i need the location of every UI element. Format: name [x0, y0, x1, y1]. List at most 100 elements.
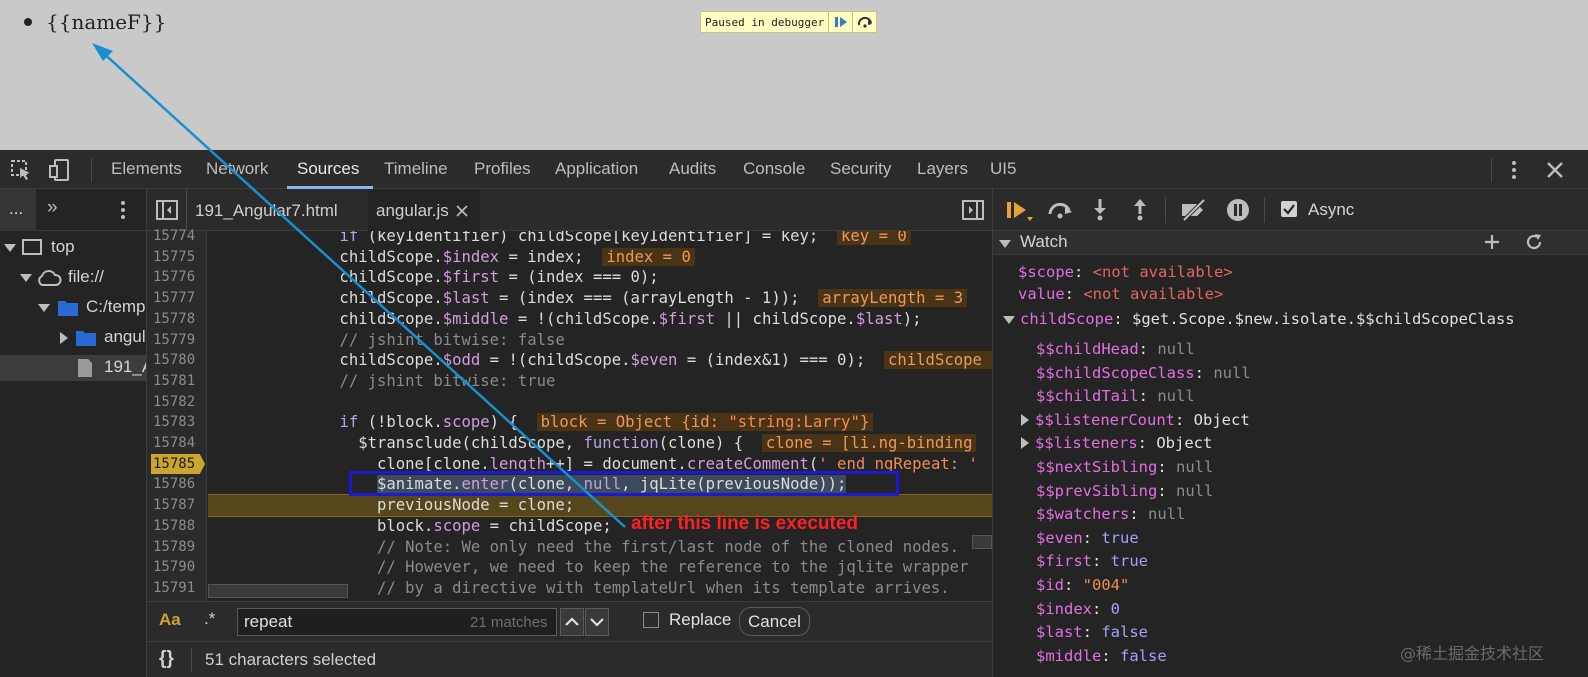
- tree-item-top[interactable]: top: [0, 235, 146, 261]
- source-editor: 191_Angular7.html angular.js 15774 15775…: [147, 189, 992, 677]
- tab-network[interactable]: Network: [206, 159, 268, 179]
- match-case-button[interactable]: Aa: [159, 610, 181, 630]
- tree-item-file[interactable]: file://: [0, 265, 146, 291]
- tab-security[interactable]: Security: [830, 159, 891, 179]
- file-navigator: ... » top file:// C:/temp angul 191_: [0, 189, 147, 677]
- inspect-element-icon[interactable]: [10, 159, 32, 181]
- refresh-watch-icon[interactable]: [1525, 233, 1543, 256]
- scope-property[interactable]: $first: true: [1036, 550, 1148, 572]
- resume-icon[interactable]: [1005, 199, 1035, 228]
- line-number[interactable]: 15778: [153, 309, 203, 330]
- line-number[interactable]: 15777: [153, 288, 203, 309]
- navigator-options-icon[interactable]: [114, 199, 132, 226]
- scope-property[interactable]: $even: true: [1036, 527, 1139, 549]
- add-watch-icon[interactable]: [1483, 233, 1501, 256]
- scope-property[interactable]: $$listeners: Object: [1021, 432, 1212, 454]
- tab-elements[interactable]: Elements: [111, 159, 182, 179]
- pretty-print-button[interactable]: {}: [159, 648, 174, 670]
- file-tab-angular[interactable]: angular.js: [376, 201, 449, 221]
- tab-layers[interactable]: Layers: [917, 159, 968, 179]
- close-tab-icon[interactable]: [456, 204, 468, 222]
- scope-property[interactable]: $$childScopeClass: null: [1036, 362, 1251, 384]
- property-name: $index: [1036, 599, 1092, 618]
- expand-arrow-icon: [38, 304, 50, 312]
- tab-application[interactable]: Application: [555, 159, 638, 179]
- scope-property[interactable]: $$listenerCount: Object: [1021, 409, 1250, 431]
- line-number[interactable]: 15786: [153, 474, 203, 495]
- line-number[interactable]: 15791: [153, 578, 203, 599]
- vertical-scrollbar[interactable]: [972, 535, 992, 549]
- watch-item[interactable]: value: <not available>: [1018, 283, 1223, 305]
- line-number[interactable]: 15784: [153, 433, 203, 454]
- watch-section-header[interactable]: Watch: [993, 231, 1588, 255]
- line-number[interactable]: 15788: [153, 516, 203, 537]
- scope-property[interactable]: $last: false: [1036, 621, 1148, 643]
- pause-on-exceptions-icon[interactable]: [1226, 198, 1250, 227]
- code-line: childScope.$first = (index === 0);: [208, 268, 659, 287]
- step-over-icon[interactable]: [852, 12, 876, 32]
- scope-property[interactable]: $index: 0: [1036, 598, 1120, 620]
- toggle-debugger-icon[interactable]: [962, 200, 984, 225]
- close-devtools-icon[interactable]: [1544, 159, 1566, 181]
- debugger-toolbar: Async: [993, 189, 1588, 231]
- toggle-navigator-icon[interactable]: [156, 200, 178, 225]
- device-toolbar-icon[interactable]: [48, 159, 70, 181]
- navigator-more-button[interactable]: »: [47, 197, 58, 219]
- scope-property[interactable]: $$prevSibling: null: [1036, 480, 1213, 502]
- tree-item-folder-temp[interactable]: C:/temp: [0, 295, 146, 321]
- navigator-menu-button[interactable]: ...: [9, 199, 23, 219]
- tab-timeline[interactable]: Timeline: [384, 159, 448, 179]
- line-number[interactable]: 15787: [153, 495, 203, 516]
- active-file-tab[interactable]: angular.js: [368, 189, 480, 231]
- more-options-icon[interactable]: [1503, 159, 1525, 181]
- line-number[interactable]: 15774: [153, 226, 203, 247]
- line-number[interactable]: 15780: [153, 350, 203, 371]
- step-over-icon[interactable]: [1046, 199, 1074, 226]
- line-number[interactable]: 15775: [153, 247, 203, 268]
- tab-console[interactable]: Console: [743, 159, 805, 179]
- scope-property[interactable]: $$nextSibling: null: [1036, 456, 1213, 478]
- tree-item-html-file[interactable]: 191_A: [0, 355, 146, 381]
- step-into-icon[interactable]: [1091, 197, 1109, 226]
- line-number[interactable]: 15779: [153, 330, 203, 351]
- async-checkbox[interactable]: [1281, 201, 1297, 217]
- resume-icon[interactable]: [828, 12, 852, 32]
- scope-property[interactable]: $middle: false: [1036, 645, 1167, 667]
- line-number[interactable]: 15790: [153, 557, 203, 578]
- line-number[interactable]: 15782: [153, 392, 203, 413]
- next-match-icon[interactable]: [585, 608, 609, 636]
- code-area[interactable]: if (keyIdentifier) childScope[keyIdentif…: [208, 231, 992, 601]
- watch-item-childscope[interactable]: childScope: $get.Scope.$new.isolate.$$ch…: [1003, 308, 1515, 330]
- property-value: Object: [1193, 410, 1250, 429]
- tab-profiles[interactable]: Profiles: [474, 159, 531, 179]
- property-value: null: [1157, 387, 1195, 406]
- previous-match-icon[interactable]: [560, 608, 584, 636]
- breakpoint-marker[interactable]: 15785: [151, 453, 205, 475]
- tab-sources[interactable]: Sources: [297, 159, 359, 179]
- scope-property[interactable]: $$childTail: null: [1036, 385, 1195, 407]
- code-line: block.scope = childScope;: [208, 516, 612, 535]
- annotation-text: after this line is executed: [631, 513, 859, 534]
- line-number[interactable]: 15783: [153, 412, 203, 433]
- file-tab-html[interactable]: 191_Angular7.html: [195, 201, 338, 221]
- tree-item-folder-angular[interactable]: angul: [0, 325, 146, 351]
- watch-item[interactable]: $scope: <not available>: [1018, 261, 1233, 283]
- search-input[interactable]: repeat 21 matches: [237, 608, 557, 636]
- tab-audits[interactable]: Audits: [669, 159, 716, 179]
- line-number[interactable]: 15781: [153, 371, 203, 392]
- scope-property[interactable]: $$childHead: null: [1036, 338, 1195, 360]
- regex-button[interactable]: .*: [204, 609, 215, 629]
- scope-property[interactable]: $$watchers: null: [1036, 503, 1185, 525]
- step-out-icon[interactable]: [1131, 197, 1149, 226]
- line-number[interactable]: 15789: [153, 537, 203, 558]
- horizontal-scrollbar[interactable]: [208, 584, 348, 598]
- cancel-button[interactable]: Cancel: [739, 607, 810, 636]
- scope-property[interactable]: $id: "004": [1036, 574, 1129, 596]
- frame-icon: [22, 238, 42, 261]
- devtools-panel: Elements Network Sources Timeline Profil…: [0, 150, 1588, 677]
- deactivate-breakpoints-icon[interactable]: [1179, 198, 1209, 227]
- status-bar: {} 51 characters selected: [147, 641, 992, 677]
- replace-checkbox[interactable]: [643, 612, 659, 628]
- line-number[interactable]: 15776: [153, 267, 203, 288]
- tab-ui5[interactable]: UI5: [990, 159, 1016, 179]
